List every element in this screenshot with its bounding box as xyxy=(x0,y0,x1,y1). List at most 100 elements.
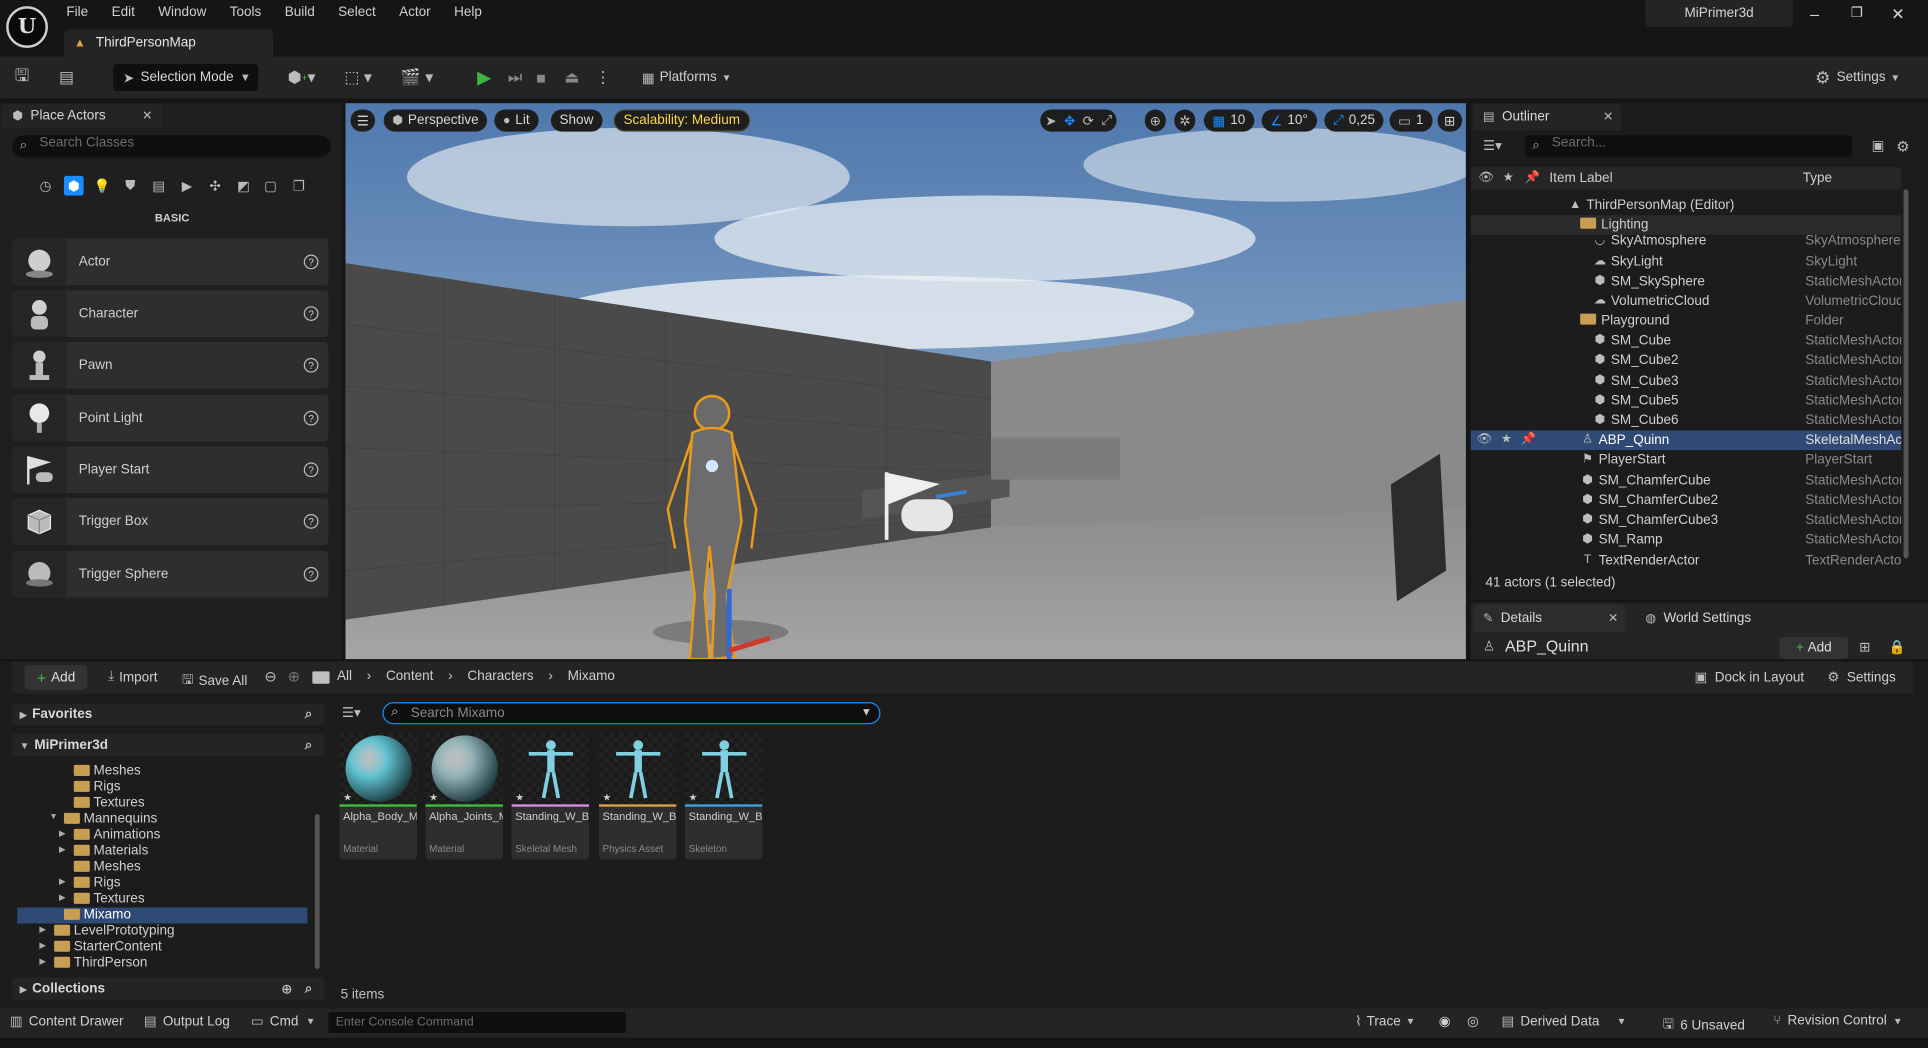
chevron-right-icon[interactable]: ▶ xyxy=(39,941,46,951)
folder-tree-item[interactable]: ▼ Mannequins xyxy=(17,812,307,828)
move-icon[interactable]: ✥ xyxy=(1064,113,1075,129)
lock-icon[interactable]: 🔒 xyxy=(1889,639,1906,656)
minimize-icon[interactable]: – xyxy=(1810,5,1819,23)
outliner-row[interactable]: ▲ ThirdPersonMap (Editor) xyxy=(1471,196,1901,216)
step-icon[interactable]: ⏭ xyxy=(508,65,522,90)
asset-tile[interactable]: ★ Alpha_Joints_MAT Material xyxy=(425,732,503,860)
new-folder-icon[interactable]: ▣ xyxy=(1872,138,1885,154)
shapes-icon[interactable]: ⛊ xyxy=(121,176,141,196)
add-component-button[interactable]: + Add xyxy=(1779,636,1849,660)
item-label-header[interactable]: Item Label xyxy=(1549,171,1612,186)
menu-window[interactable]: Window xyxy=(158,5,206,20)
chevron-right-icon[interactable]: ▶ xyxy=(59,893,66,903)
asset-tile[interactable]: ★ Standing_W_Briefcase_Idle_PhysicsAsset P… xyxy=(598,732,677,860)
recent-icon[interactable]: ◷ xyxy=(36,176,56,196)
tree-scrollbar[interactable] xyxy=(314,814,320,970)
trace-button[interactable]: ⌇ Trace ▼ xyxy=(1355,1013,1415,1029)
geometry-icon[interactable]: ✣ xyxy=(205,176,225,196)
asset-tile[interactable]: ★ Standing_W_Briefcase_Idle_Skeleton Skele… xyxy=(684,732,763,860)
outliner-row[interactable]: ◡ SkyAtmosphere SkyAtmosphere xyxy=(1471,231,1901,251)
actor-item-player-start[interactable]: Player Start ? xyxy=(12,446,329,494)
scale-snap-button[interactable]: ⤢ 0,25 xyxy=(1324,109,1384,132)
unreal-logo-icon[interactable]: U xyxy=(6,6,48,48)
search-icon[interactable]: ⌕ xyxy=(305,981,313,997)
menu-select[interactable]: Select xyxy=(338,5,376,20)
cinematics-icon[interactable]: 🎬 ▾ xyxy=(401,65,433,90)
filter-icon[interactable]: ☰▾ xyxy=(1483,138,1502,154)
close-icon[interactable]: ✕ xyxy=(1608,612,1618,626)
help-icon[interactable]: ? xyxy=(303,306,319,321)
star-icon[interactable]: ★ xyxy=(689,792,698,803)
chevron-right-icon[interactable]: ▶ xyxy=(39,925,46,935)
visual-effects-icon[interactable]: ▶ xyxy=(177,176,197,196)
map-tab[interactable]: ▲ ThirdPersonMap xyxy=(63,29,273,57)
folder-tree-item[interactable]: Mixamo xyxy=(17,907,308,924)
star-icon[interactable]: ★ xyxy=(343,792,352,803)
outliner-tab[interactable]: ▤ Outliner ✕ xyxy=(1473,103,1621,131)
collections-section[interactable]: ▶ Collections ⊕ ⌕ xyxy=(12,977,325,1000)
restore-icon[interactable]: ❐ xyxy=(1851,5,1863,21)
record-icon[interactable]: ◉ xyxy=(1439,1013,1451,1030)
outliner-row[interactable]: ⬢ SM_Cube6 StaticMeshActor xyxy=(1471,411,1901,431)
chevron-right-icon[interactable]: ▶ xyxy=(59,845,66,855)
camera-speed-button[interactable]: ▭ 1 xyxy=(1389,109,1433,132)
layout-icon[interactable]: ⊞ xyxy=(1437,109,1463,132)
help-icon[interactable]: ? xyxy=(303,410,319,426)
close-icon[interactable]: ✕ xyxy=(1603,110,1613,124)
import-button[interactable]: ⤓ Import xyxy=(108,669,157,685)
outliner-row[interactable]: ⬢ SM_Cube5 StaticMeshActor xyxy=(1471,391,1901,411)
menu-actor[interactable]: Actor xyxy=(399,5,431,20)
star-icon[interactable]: ★ xyxy=(1498,433,1515,447)
outliner-row[interactable]: ⬢ SM_Ramp StaticMeshActor xyxy=(1471,530,1901,550)
screenshot-icon[interactable]: ◎ xyxy=(1467,1013,1479,1030)
eject-icon[interactable]: ⏏ xyxy=(564,65,579,90)
outliner-scrollbar[interactable] xyxy=(1903,189,1909,559)
stop-icon[interactable]: ■ xyxy=(536,65,546,90)
add-collection-icon[interactable]: ⊕ xyxy=(281,981,292,997)
lights-icon[interactable]: 💡 xyxy=(92,176,112,196)
select-icon[interactable]: ➤ xyxy=(1045,113,1056,129)
actor-item-trigger-box[interactable]: Trigger Box ? xyxy=(12,498,329,545)
menu-help[interactable]: Help xyxy=(454,5,482,20)
outliner-row[interactable]: ⬢ SM_SkySphere StaticMeshActor xyxy=(1471,272,1901,292)
unsaved-button[interactable]: 🖫 6 Unsaved xyxy=(1663,1013,1745,1036)
viewport-menu-icon[interactable]: ☰ xyxy=(350,109,376,132)
chevron-down-icon[interactable]: ▼ xyxy=(861,706,872,718)
more-categories-icon[interactable]: ❐ xyxy=(289,176,309,196)
place-actors-tab[interactable]: ⬢ Place Actors ✕ xyxy=(2,103,163,128)
asset-tile[interactable]: ★ Alpha_Body_MAT Material xyxy=(339,732,417,860)
actor-item-point-light[interactable]: Point Light ? xyxy=(12,394,329,442)
search-classes-input[interactable]: ⌕ Search Classes xyxy=(12,135,331,158)
scale-icon[interactable]: ⤢ xyxy=(1101,113,1112,129)
star-icon[interactable]: ★ xyxy=(515,792,524,803)
search-icon[interactable]: ⌕ xyxy=(305,737,313,753)
folder-tree-item[interactable]: ▶ ThirdPerson xyxy=(17,955,307,971)
breadcrumb-characters[interactable]: Characters xyxy=(467,669,533,684)
help-icon[interactable]: ? xyxy=(303,462,319,478)
folder-tree-item[interactable]: ▶ Materials xyxy=(17,844,307,860)
show-button[interactable]: Show xyxy=(550,109,602,132)
folder-tree-item[interactable]: Rigs xyxy=(17,780,307,796)
content-drawer-button[interactable]: ▥ Content Drawer xyxy=(10,1013,124,1029)
folder-tree-item[interactable]: Meshes xyxy=(17,764,307,780)
star-icon[interactable]: ★ xyxy=(429,792,438,803)
save-all-button[interactable]: 🖫 Save All xyxy=(182,669,247,692)
breadcrumb-content[interactable]: Content xyxy=(386,669,433,684)
selection-mode-button[interactable]: ➤ Selection Mode ▼ xyxy=(113,63,259,91)
lit-button[interactable]: ● Lit xyxy=(494,109,539,132)
folder-tree-item[interactable]: ▶ StarterContent xyxy=(17,939,307,955)
add-button[interactable]: + Add xyxy=(24,665,88,690)
close-icon[interactable]: ✕ xyxy=(142,109,152,123)
blueprint-icon[interactable]: ⊞ xyxy=(1859,639,1870,656)
transform-tools[interactable]: ➤ ✥ ⟳ ⤢ xyxy=(1040,109,1118,132)
folder-tree-item[interactable]: ▶ Textures xyxy=(17,892,307,908)
project-section[interactable]: ▼ MiPrimer3d ⌕ xyxy=(12,734,325,757)
outliner-row[interactable]: 👁 ★ 📌 ♙ ABP_Quinn SkeletalMeshActor xyxy=(1470,430,1902,451)
chevron-right-icon[interactable]: ▶ xyxy=(39,957,46,967)
scalability-button[interactable]: Scalability: Medium xyxy=(613,109,750,132)
folder-tree-item[interactable]: ▶ Animations xyxy=(17,828,307,844)
folder-tree-item[interactable]: ▶ LevelPrototyping xyxy=(17,924,307,940)
folder-tree-item[interactable]: Textures xyxy=(17,796,307,812)
outliner-row[interactable]: ⬢ SM_ChamferCube StaticMeshActor xyxy=(1471,471,1901,491)
star-icon[interactable]: ★ xyxy=(1503,171,1514,185)
